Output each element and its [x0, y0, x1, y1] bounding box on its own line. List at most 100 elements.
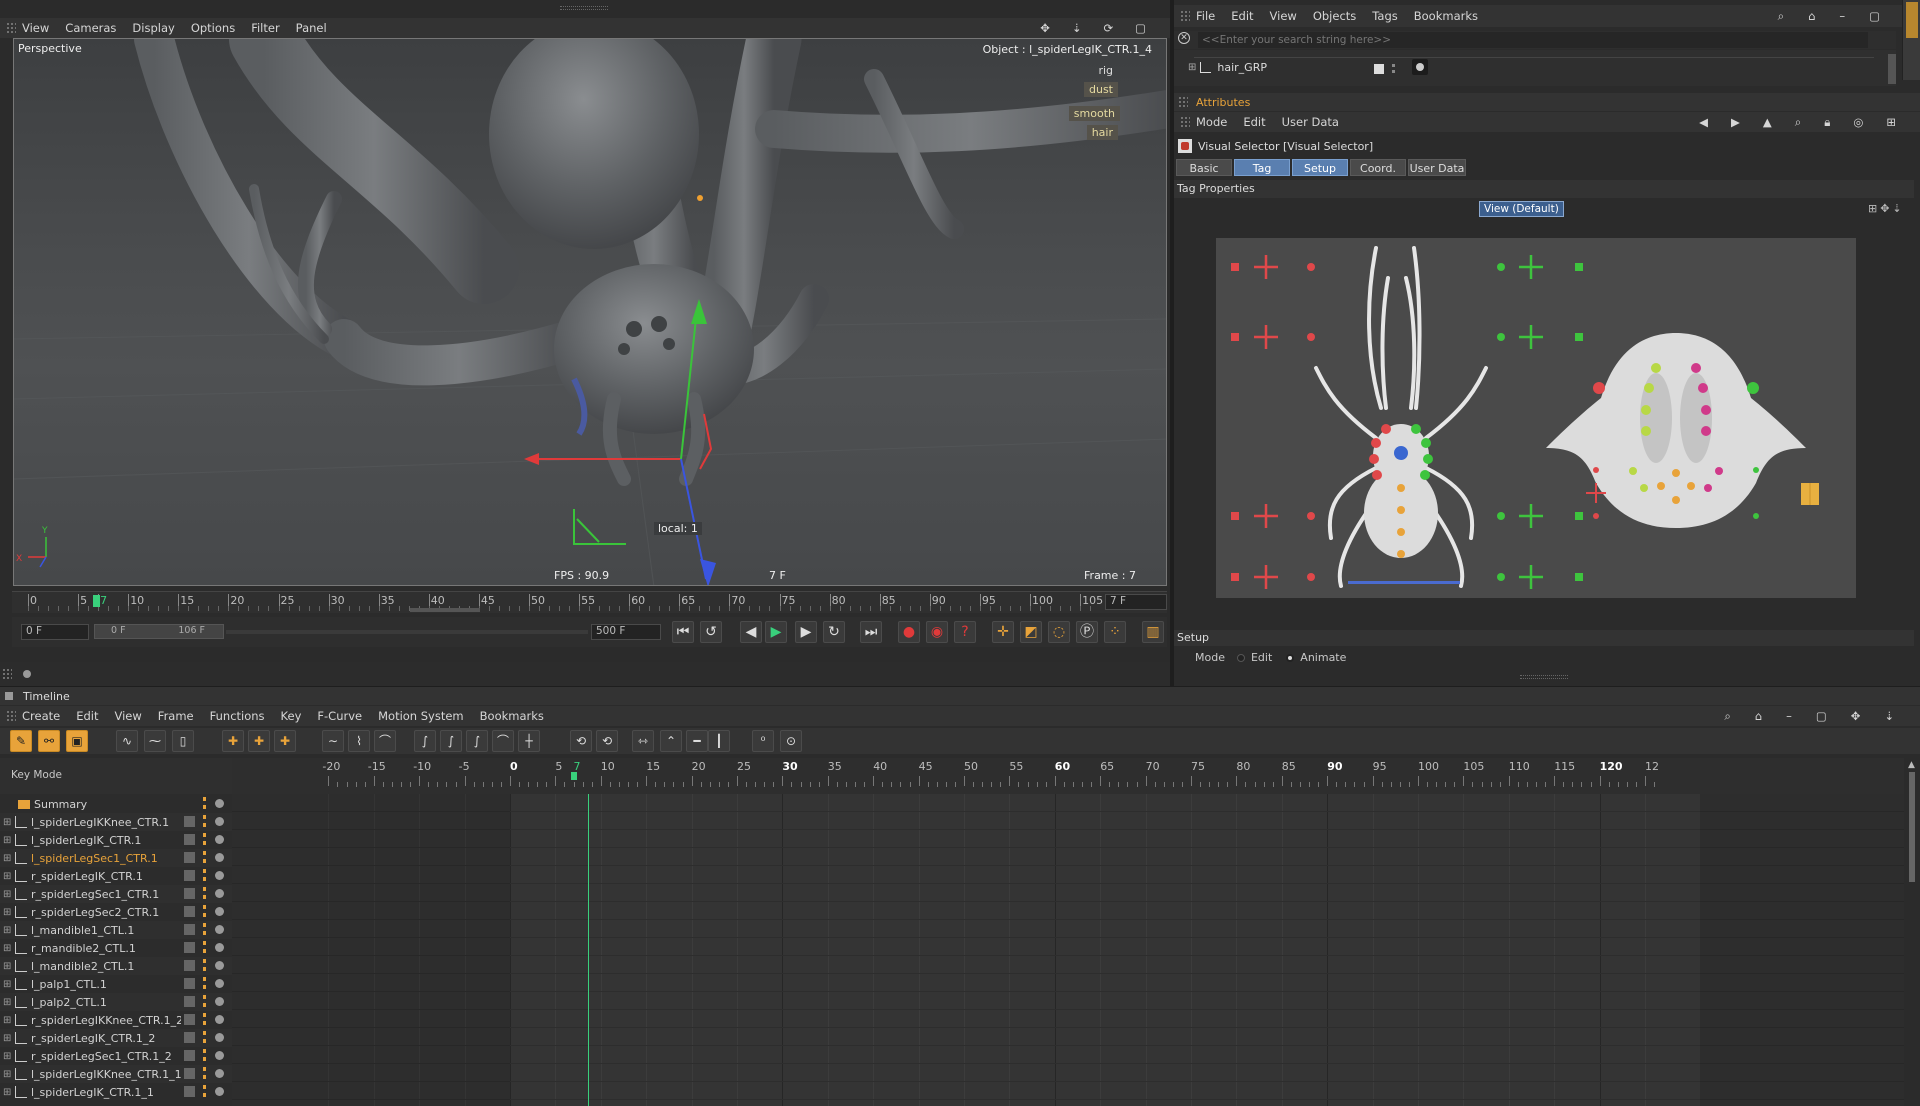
- playback-ruler[interactable]: 0 5 7 10 15 20 25 30 35 40 45 50 55 60 65 70 75 80 85 90 95 1…: [12, 591, 1167, 613]
- tl-menu-motion-system[interactable]: Motion System: [378, 709, 464, 723]
- play-button[interactable]: ▶: [765, 621, 787, 643]
- tl-home-icon[interactable]: ⌂: [1755, 709, 1762, 724]
- rotate-view-icon[interactable]: ⟳: [1103, 21, 1113, 35]
- track-state-dot[interactable]: [215, 1033, 224, 1042]
- track-edit-icon[interactable]: [184, 1086, 195, 1097]
- expand-icon[interactable]: ⊞: [3, 1069, 13, 1080]
- step-back-button[interactable]: ◀: [740, 621, 762, 643]
- expand-icon[interactable]: ⊞: [3, 889, 13, 900]
- timeline-playhead-marker[interactable]: [570, 772, 577, 780]
- om-menu-edit[interactable]: Edit: [1231, 9, 1253, 23]
- track-edit-icon[interactable]: [184, 978, 195, 989]
- track-row[interactable]: ⊞ r_spiderLegSec1_CTR.1: [0, 885, 232, 903]
- loop-2-button[interactable]: ⟲: [596, 730, 618, 752]
- editor-visibility-dots[interactable]: [1392, 64, 1395, 73]
- track-lock-icon[interactable]: [203, 1049, 206, 1061]
- align-1-button[interactable]: ⇿: [632, 730, 654, 752]
- track-state-dot[interactable]: [215, 979, 224, 988]
- go-to-next-key-button[interactable]: ↻: [823, 621, 845, 643]
- om-menu-tags[interactable]: Tags: [1372, 9, 1397, 23]
- track-row[interactable]: ⊞ l_spiderLegIKKnee_CTR.1: [0, 813, 232, 831]
- menu-options[interactable]: Options: [191, 21, 235, 35]
- forward-arrow-icon[interactable]: ▶: [1731, 115, 1740, 130]
- attr-menu-mode[interactable]: Mode: [1196, 115, 1227, 129]
- mode-animate-label[interactable]: Animate: [1300, 651, 1346, 664]
- track-edit-icon[interactable]: [184, 1050, 195, 1061]
- add-key-all-button[interactable]: ✚: [248, 730, 270, 752]
- grip-handle[interactable]: [6, 22, 16, 34]
- home-icon[interactable]: ⌂: [1808, 9, 1815, 24]
- track-lock-icon[interactable]: [203, 977, 206, 989]
- tl-zoom-icon[interactable]: ⇣: [1884, 709, 1894, 724]
- track-row[interactable]: ⊞ r_spiderLegSec1_CTR.1_2: [0, 1047, 232, 1065]
- expand-icon[interactable]: ⊞: [3, 907, 13, 918]
- attr-menu-edit[interactable]: Edit: [1243, 115, 1265, 129]
- menu-panel[interactable]: Panel: [296, 21, 327, 35]
- track-lock-icon[interactable]: [203, 959, 206, 971]
- track-state-dot[interactable]: [215, 889, 224, 898]
- track-edit-icon[interactable]: [184, 996, 195, 1007]
- ruler-frame-field[interactable]: 7 F: [1105, 594, 1167, 610]
- layer-tag-rig[interactable]: rig: [1093, 63, 1118, 78]
- track-state-dot[interactable]: [215, 907, 224, 916]
- tab-coord[interactable]: Coord.: [1350, 159, 1406, 176]
- tl-menu-functions[interactable]: Functions: [210, 709, 265, 723]
- go-to-end-button[interactable]: ⏭: [860, 621, 882, 643]
- selector-toolbar-icons[interactable]: ⊞✥⇣: [1868, 202, 1905, 215]
- track-edit-icon[interactable]: [184, 1014, 195, 1025]
- maximize-icon[interactable]: ▢: [1869, 9, 1880, 24]
- end-frame-field[interactable]: 500 F: [591, 624, 661, 640]
- attributes-resize-handle[interactable]: [1520, 675, 1568, 679]
- track-lock-icon[interactable]: [203, 1067, 206, 1079]
- viewport-3d[interactable]: Y X Perspective Object : l_spiderLegIK_C…: [13, 38, 1167, 586]
- tl-move-icon[interactable]: ✥: [1851, 709, 1861, 724]
- track-row[interactable]: ⊞ r_mandible2_CTL.1: [0, 939, 232, 957]
- autokey-button[interactable]: ◉: [926, 621, 948, 643]
- track-edit-icon[interactable]: [184, 942, 195, 953]
- track-lock-icon[interactable]: [203, 851, 206, 863]
- expand-icon[interactable]: ⊞: [3, 997, 13, 1008]
- move-view-icon[interactable]: ✥: [1040, 21, 1050, 35]
- om-scrollbar[interactable]: [1888, 54, 1896, 84]
- track-edit-icon[interactable]: [184, 888, 195, 899]
- tl-minimize-icon[interactable]: –: [1786, 709, 1792, 724]
- layer-tag-hair[interactable]: hair: [1086, 125, 1118, 140]
- timeline-toggle-button[interactable]: ▥: [1142, 621, 1164, 643]
- visual-selector-canvas[interactable]: [1216, 238, 1856, 598]
- track-row[interactable]: ⊞ l_palp1_CTL.1: [0, 975, 232, 993]
- track-row[interactable]: ⊞ l_spiderLegIK_CTR.1: [0, 831, 232, 849]
- playback-ruler-scroll[interactable]: [410, 608, 480, 612]
- expand-icon[interactable]: ⊞: [3, 1033, 13, 1044]
- track-lock-icon[interactable]: [203, 1085, 206, 1097]
- track-lock-icon[interactable]: [203, 887, 206, 899]
- track-row[interactable]: ⊞ l_spiderLegIKKnee_CTR.1_1: [0, 1065, 232, 1083]
- top-drag-handle[interactable]: [560, 6, 608, 10]
- attr-menu-user-data[interactable]: User Data: [1282, 115, 1339, 129]
- expand-icon[interactable]: ⊞: [3, 1051, 13, 1062]
- tangent-3-button[interactable]: ∫: [466, 730, 488, 752]
- expand-icon[interactable]: ⊞: [3, 961, 13, 972]
- search-input[interactable]: [1198, 32, 1868, 48]
- key-rotation-button[interactable]: ◌: [1048, 621, 1070, 643]
- menu-filter[interactable]: Filter: [251, 21, 279, 35]
- tl-menu-fcurve[interactable]: F-Curve: [317, 709, 362, 723]
- key-position-button[interactable]: ✛: [992, 621, 1014, 643]
- zero-length-button[interactable]: ⁰: [752, 730, 774, 752]
- interp-step-button[interactable]: ⌒: [374, 730, 396, 752]
- up-arrow-icon[interactable]: ▲: [1763, 115, 1772, 130]
- menu-view[interactable]: View: [22, 21, 49, 35]
- zoom-view-icon[interactable]: ⇣: [1072, 21, 1082, 35]
- track-lock-icon[interactable]: [203, 905, 206, 917]
- track-row[interactable]: ⊞ l_spiderLegIK_CTR.1_1: [0, 1083, 232, 1101]
- playhead-marker[interactable]: [93, 595, 100, 607]
- search-icon[interactable]: ⌕: [1778, 9, 1784, 24]
- track-state-dot[interactable]: [215, 1087, 224, 1096]
- mode-animate-radio[interactable]: [1286, 653, 1295, 662]
- side-tab-strip[interactable]: [1902, 0, 1920, 80]
- track-state-dot[interactable]: [215, 961, 224, 970]
- key-scale-button[interactable]: ◩: [1020, 621, 1042, 643]
- record-keys-button[interactable]: ●: [898, 621, 920, 643]
- view-default-button[interactable]: View (Default): [1479, 201, 1564, 217]
- track-lock-icon[interactable]: [203, 1031, 206, 1043]
- track-edit-icon[interactable]: [184, 852, 195, 863]
